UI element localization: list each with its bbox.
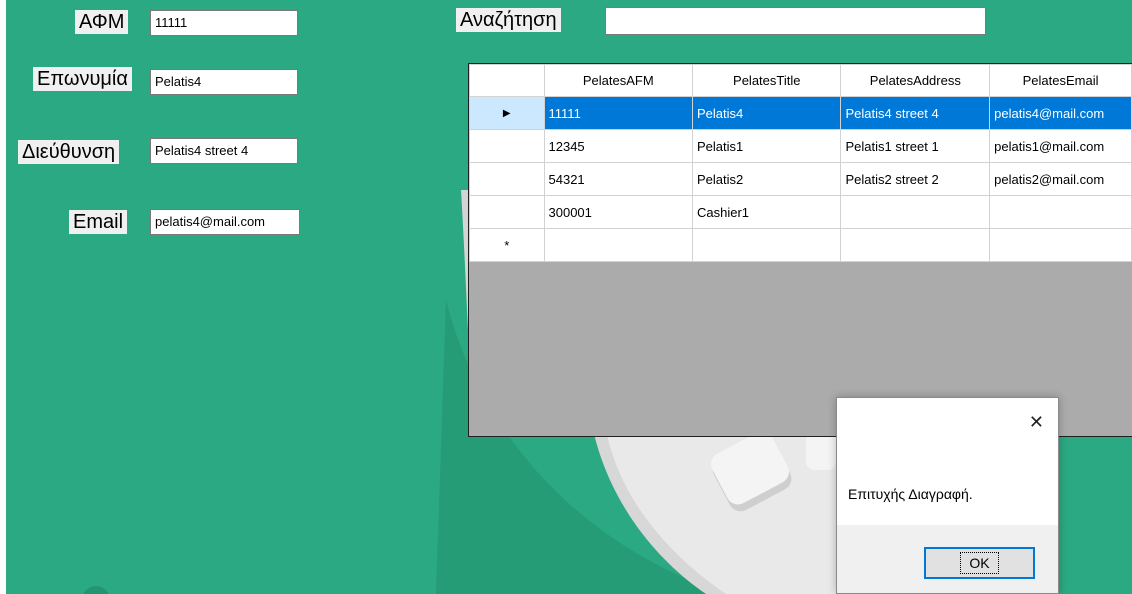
table-cell[interactable]: Pelatis4 <box>692 96 842 130</box>
row-header[interactable] <box>469 162 545 196</box>
afm-field[interactable]: 11111 <box>150 10 298 36</box>
main-form: ΑΦΜ Επωνυμία Διεύθυνση Email Αναζήτηση 1… <box>6 0 1132 594</box>
row-header[interactable] <box>469 195 545 229</box>
search-label: Αναζήτηση <box>456 8 561 32</box>
table-cell[interactable]: Pelatis2 <box>692 162 842 196</box>
new-row-asterisk-icon[interactable]: * <box>469 228 545 262</box>
table-cell[interactable] <box>989 195 1132 229</box>
table-cell[interactable]: Pelatis1 street 1 <box>840 129 991 163</box>
table-cell[interactable]: Pelatis2 street 2 <box>840 162 991 196</box>
table-cell[interactable]: 11111 <box>543 96 694 130</box>
new-row[interactable]: * <box>469 228 1132 262</box>
email-label: Email <box>69 210 128 234</box>
table-row[interactable]: 54321 Pelatis2 Pelatis2 street 2 pelatis… <box>469 162 1132 196</box>
column-header[interactable]: PelatesTitle <box>692 64 842 97</box>
surname-field[interactable]: Pelatis4 <box>150 69 298 95</box>
table-row[interactable]: 12345 Pelatis1 Pelatis1 street 1 pelatis… <box>469 129 1132 163</box>
table-row[interactable]: ▶ 11111 Pelatis4 Pelatis4 street 4 pelat… <box>469 96 1132 130</box>
column-header[interactable]: PelatesEmail <box>989 64 1132 97</box>
table-cell[interactable]: Pelatis4 street 4 <box>840 96 991 130</box>
table-row[interactable]: 300001 Cashier1 <box>469 195 1132 229</box>
row-header[interactable] <box>469 129 545 163</box>
table-cell[interactable] <box>692 228 842 262</box>
table-cell[interactable] <box>543 228 694 262</box>
close-icon[interactable]: ✕ <box>1029 412 1044 433</box>
search-input[interactable] <box>605 7 986 35</box>
table-cell[interactable] <box>989 228 1132 262</box>
table-cell[interactable] <box>840 195 991 229</box>
table-cell[interactable]: pelatis2@mail.com <box>989 162 1132 196</box>
row-selected-indicator-icon[interactable]: ▶ <box>469 96 545 130</box>
ok-button-label: OK <box>960 552 999 574</box>
grid-corner-header <box>469 64 545 97</box>
dialog-message: Επιτυχής Διαγραφή. <box>848 486 973 502</box>
table-cell[interactable] <box>840 228 991 262</box>
email-field[interactable]: pelatis4@mail.com <box>150 209 300 235</box>
table-cell[interactable]: 54321 <box>543 162 694 196</box>
table-cell[interactable]: 300001 <box>543 195 694 229</box>
customers-grid[interactable]: PelatesAFM PelatesTitle PelatesAddress P… <box>468 63 1132 437</box>
column-header[interactable]: PelatesAFM <box>543 64 694 97</box>
table-cell[interactable]: Pelatis1 <box>692 129 842 163</box>
afm-label: ΑΦΜ <box>75 10 129 34</box>
table-cell[interactable]: pelatis1@mail.com <box>989 129 1132 163</box>
table-cell[interactable]: Cashier1 <box>692 195 842 229</box>
column-header[interactable]: PelatesAddress <box>840 64 991 97</box>
message-dialog: ✕ Επιτυχής Διαγραφή. OK <box>836 397 1059 594</box>
table-cell[interactable]: 12345 <box>543 129 694 163</box>
address-field[interactable]: Pelatis4 street 4 <box>150 138 298 164</box>
grid-header-row: PelatesAFM PelatesTitle PelatesAddress P… <box>469 64 1132 97</box>
ok-button[interactable]: OK <box>924 547 1035 579</box>
address-label: Διεύθυνση <box>18 140 120 164</box>
table-cell[interactable]: pelatis4@mail.com <box>989 96 1132 130</box>
surname-label: Επωνυμία <box>33 67 132 91</box>
